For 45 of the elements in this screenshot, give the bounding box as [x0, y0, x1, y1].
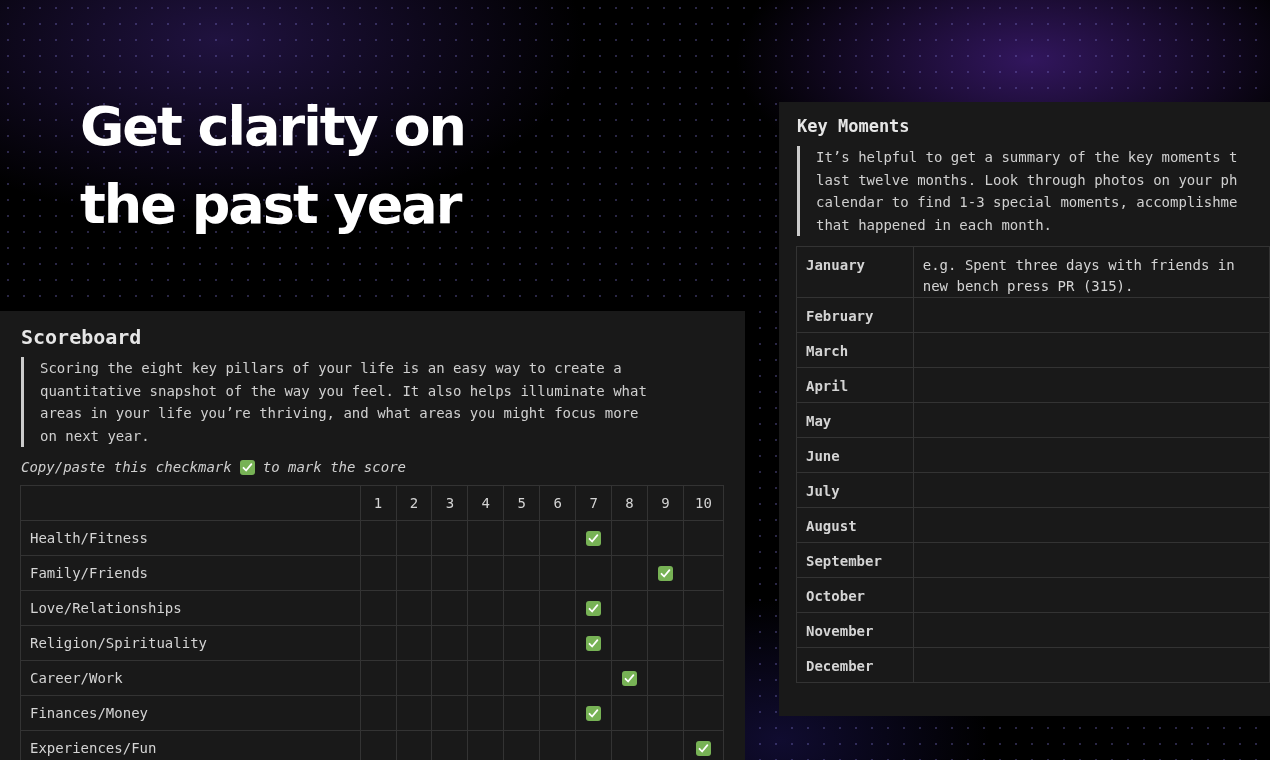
quote-text: It’s helpful to get a summary of the key moments t last twelve months. Look through photos on your ph calendar to find 1-3 special moments, accomplishme that happened in each month.: [797, 146, 1270, 237]
row-label: Family/Friends: [20, 555, 361, 591]
column-header: 3: [431, 485, 468, 521]
check-icon: [586, 601, 602, 616]
month-label: September: [796, 542, 914, 578]
row-label: Finances/Money: [20, 695, 361, 731]
column-header: 6: [539, 485, 576, 521]
month-label: May: [796, 402, 914, 438]
check-icon: [239, 460, 255, 475]
month-label: October: [796, 577, 914, 613]
check-icon: [622, 671, 638, 686]
column-header: 5: [503, 485, 540, 521]
check-icon: [695, 741, 711, 756]
month-label: March: [796, 332, 914, 368]
panel-title: Scoreboard: [21, 325, 143, 349]
month-label: November: [796, 612, 914, 648]
row-label: Love/Relationships: [20, 590, 361, 626]
month-label: June: [796, 437, 914, 473]
quote-text: Scoring the eight key pillars of your life is an easy way to create a quantitative snapshot of the way you feel. It also helps illuminate what areas in your life you’re thriving, and what areas you might focus more on next year.: [21, 357, 724, 447]
instruction-text: to mark the score: [262, 458, 406, 477]
row-label: Religion/Spirituality: [20, 625, 361, 661]
check-icon: [586, 706, 602, 721]
check-icon: [586, 636, 602, 651]
month-label: December: [796, 647, 914, 683]
check-icon: [658, 566, 673, 581]
panel-title: Key Moments: [797, 116, 911, 137]
month-label: January: [796, 246, 914, 298]
column-header: 8: [611, 485, 648, 521]
column-header: 1: [360, 485, 397, 521]
row-label: Career/Work: [20, 660, 361, 696]
column-header: 9: [647, 485, 684, 521]
month-label: February: [796, 297, 914, 333]
column-header: 4: [467, 485, 504, 521]
column-header: 10: [683, 485, 724, 521]
table-cell: e.g. Spent three days with friends in new bench press PR (315).: [913, 246, 1270, 298]
column-header: 7: [575, 485, 612, 521]
headline: Get clarity on the past year: [80, 94, 465, 238]
month-label: July: [796, 472, 914, 508]
month-label: April: [796, 367, 914, 403]
check-icon: [586, 531, 602, 546]
row-label: Health/Fitness: [20, 520, 361, 556]
instruction-text: Copy/paste this checkmark: [21, 458, 232, 477]
month-label: August: [796, 507, 914, 543]
row-label: Experiences/Fun: [20, 730, 361, 760]
column-header: 2: [396, 485, 432, 521]
